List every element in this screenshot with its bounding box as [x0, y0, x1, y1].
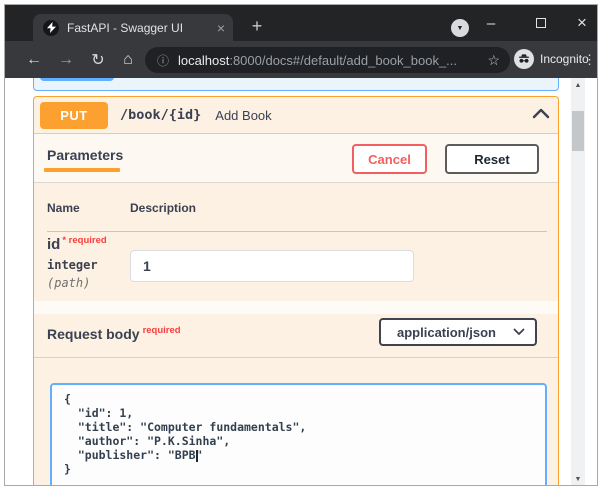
endpoint-summary: Add Book: [215, 108, 271, 123]
tab-title: FastAPI - Swagger UI: [67, 21, 211, 35]
column-header-name: Name: [47, 201, 80, 215]
required-note: required: [143, 325, 181, 336]
back-button[interactable]: ←: [23, 41, 45, 78]
browser-toolbar: ← → ↻ ⌂ ⓘ localhost:8000/docs#/default/a…: [5, 41, 597, 78]
page-content: PUT /book/{id} Add Book Parameters Cance…: [5, 78, 597, 486]
window-maximize-button[interactable]: [531, 5, 551, 41]
browser-window: FastAPI - Swagger UI × + ▼ – × ← → ↻ ⌂ ⓘ…: [4, 4, 598, 486]
parameters-section-header: Parameters Cancel Reset: [34, 134, 558, 183]
request-body-json[interactable]: { "id": 1, "title": "Computer fundamenta…: [64, 392, 545, 476]
forward-button[interactable]: →: [55, 41, 77, 78]
incognito-icon: [514, 49, 534, 69]
request-body-section-header: Request bodyrequired application/json: [34, 314, 558, 358]
collapse-chevron-icon[interactable]: [532, 106, 550, 124]
fastapi-favicon-icon: [43, 20, 59, 36]
window-minimize-button[interactable]: –: [481, 5, 501, 41]
url-text[interactable]: localhost:8000/docs#/default/add_book_bo…: [178, 53, 481, 68]
page-scrollbar[interactable]: ▲ ▼: [571, 78, 585, 486]
scroll-down-arrow-icon[interactable]: ▼: [571, 472, 585, 486]
column-header-description: Description: [130, 201, 196, 215]
parameters-table: Name Description id* required integer (p…: [34, 183, 558, 301]
cancel-button[interactable]: Cancel: [352, 144, 427, 174]
incognito-badge: Incognito: [514, 49, 589, 69]
page-info-icon[interactable]: ⓘ: [157, 52, 169, 69]
scrollbar-thumb[interactable]: [572, 111, 584, 151]
put-method-button: PUT: [40, 102, 108, 129]
table-header-divider: [47, 231, 547, 232]
screenshot: FastAPI - Swagger UI × + ▼ – × ← → ↻ ⌂ ⓘ…: [0, 0, 605, 497]
previous-endpoint-block[interactable]: [33, 78, 559, 91]
tab-close-icon[interactable]: ×: [217, 21, 225, 35]
request-body-editor[interactable]: { "id": 1, "title": "Computer fundamenta…: [50, 383, 547, 486]
window-close-button[interactable]: ×: [571, 5, 593, 41]
new-tab-button[interactable]: +: [245, 15, 269, 39]
content-type-select[interactable]: application/json: [379, 318, 537, 346]
reset-button[interactable]: Reset: [445, 144, 539, 174]
browser-menu-button[interactable]: ⋮: [583, 41, 596, 78]
request-body-area: { "id": 1, "title": "Computer fundamenta…: [34, 358, 558, 486]
reload-button[interactable]: ↻: [87, 41, 109, 78]
address-bar[interactable]: ⓘ localhost:8000/docs#/default/add_book_…: [145, 47, 510, 73]
chevron-down-icon: [513, 328, 525, 336]
chevron-down-icon: ▼: [457, 25, 464, 32]
endpoint-path: /book/{id}: [120, 107, 201, 123]
put-endpoint-block: PUT /book/{id} Add Book Parameters Cance…: [33, 96, 559, 486]
bookmark-star-icon[interactable]: ☆: [487, 52, 500, 69]
request-body-title: Request bodyrequired: [47, 325, 181, 342]
parameter-name: id* required: [47, 235, 107, 253]
parameter-location: (path): [47, 276, 90, 290]
endpoint-header[interactable]: PUT /book/{id} Add Book: [34, 97, 558, 134]
maximize-icon: [536, 18, 546, 28]
parameter-id-input[interactable]: [130, 250, 414, 282]
incognito-label: Incognito: [540, 52, 589, 66]
parameters-title: Parameters: [47, 147, 123, 163]
required-note: * required: [62, 235, 106, 246]
browser-titlebar: FastAPI - Swagger UI × + ▼ – ×: [5, 5, 597, 41]
home-button[interactable]: ⌂: [117, 41, 139, 78]
parameter-type: integer: [47, 258, 98, 272]
tab-search-button[interactable]: ▼: [451, 19, 469, 37]
content-type-value: application/json: [397, 325, 513, 340]
text-cursor: [196, 450, 198, 462]
browser-tab[interactable]: FastAPI - Swagger UI ×: [33, 14, 233, 41]
get-method-button: [40, 78, 114, 81]
scroll-up-arrow-icon[interactable]: ▲: [571, 78, 585, 93]
active-tab-underline: [44, 168, 120, 172]
section-gap: [34, 301, 558, 314]
